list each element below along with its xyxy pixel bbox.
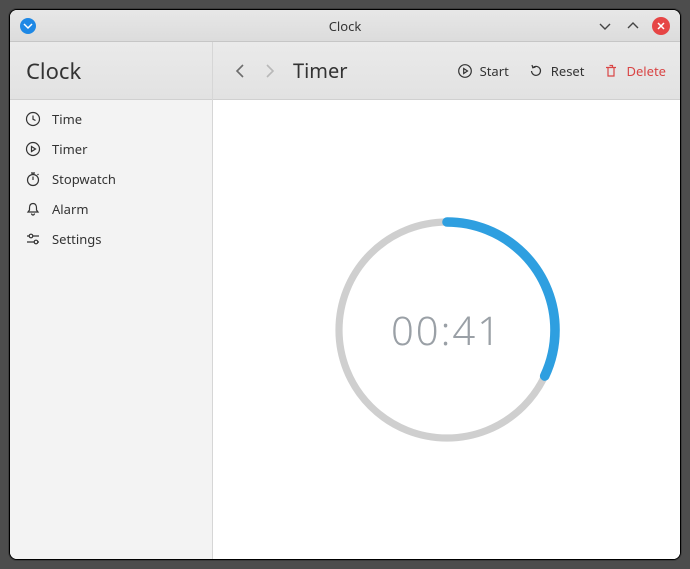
clock-icon	[24, 110, 42, 128]
sidebar-title: Clock	[26, 56, 81, 86]
sidebar-item-settings[interactable]: Settings	[10, 224, 212, 254]
back-button[interactable]	[227, 57, 255, 85]
window-title: Clock	[10, 17, 680, 35]
sidebar-item-label: Timer	[52, 140, 87, 158]
maximize-button[interactable]	[624, 17, 642, 35]
app-icon	[20, 18, 36, 34]
sidebar-header: Clock	[10, 42, 212, 100]
sidebar-item-alarm[interactable]: Alarm	[10, 194, 212, 224]
start-label: Start	[480, 62, 509, 80]
timer-display: 00:41	[327, 210, 567, 450]
sidebar-item-time[interactable]: Time	[10, 104, 212, 134]
timer-icon	[24, 140, 42, 158]
bell-icon	[24, 200, 42, 218]
sliders-icon	[24, 230, 42, 248]
sidebar-item-stopwatch[interactable]: Stopwatch	[10, 164, 212, 194]
toolbar: Timer Start Reset	[213, 42, 680, 100]
timer-dial[interactable]: 00:41	[327, 210, 567, 450]
reset-button[interactable]: Reset	[527, 62, 585, 80]
play-circle-icon	[456, 62, 474, 80]
stopwatch-icon	[24, 170, 42, 188]
minimize-button[interactable]	[596, 17, 614, 35]
window-controls	[596, 17, 680, 35]
reset-icon	[527, 62, 545, 80]
delete-button[interactable]: Delete	[602, 62, 666, 80]
sidebar: Clock Time Timer	[10, 42, 213, 559]
main-panel: Timer Start Reset	[213, 42, 680, 559]
app-body: Clock Time Timer	[10, 42, 680, 559]
sidebar-item-timer[interactable]: Timer	[10, 134, 212, 164]
sidebar-item-label: Settings	[52, 230, 101, 248]
start-button[interactable]: Start	[456, 62, 509, 80]
content-area: 00:41	[213, 100, 680, 559]
app-window: Clock Clock Time	[9, 9, 681, 560]
page-title: Timer	[293, 57, 348, 84]
close-button[interactable]	[652, 17, 670, 35]
trash-icon	[602, 62, 620, 80]
sidebar-list: Time Timer Stopwatch	[10, 100, 212, 258]
sidebar-item-label: Time	[52, 110, 82, 128]
reset-label: Reset	[551, 62, 585, 80]
toolbar-actions: Start Reset Delete	[456, 62, 666, 80]
forward-button[interactable]	[255, 57, 283, 85]
titlebar: Clock	[10, 10, 680, 42]
sidebar-item-label: Stopwatch	[52, 170, 116, 188]
sidebar-item-label: Alarm	[52, 200, 88, 218]
delete-label: Delete	[626, 62, 666, 80]
